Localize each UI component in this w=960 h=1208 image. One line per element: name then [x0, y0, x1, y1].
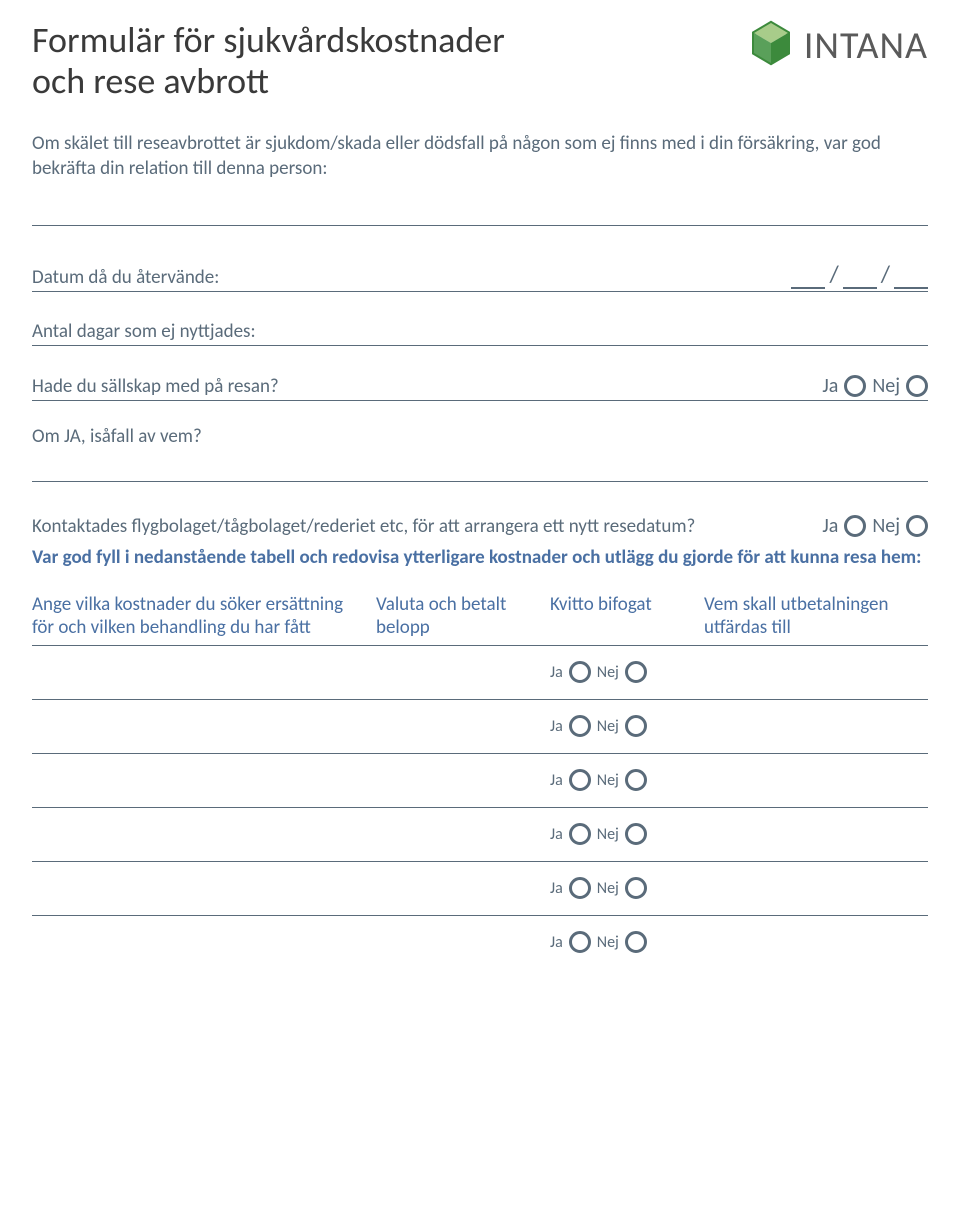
ja-label: Ja	[550, 825, 563, 844]
intro-paragraph: Om skälet till reseavbrottet är sjukdom/…	[32, 131, 928, 182]
receipt-radio-nej[interactable]	[625, 661, 647, 683]
date-returned-label: Datum då du återvände:	[32, 266, 219, 289]
companion-label: Hade du sällskap med på resan?	[32, 375, 279, 398]
contacted-radio-ja[interactable]	[844, 515, 866, 537]
title-line-1: Formulär för sjukvårdskostnader	[32, 20, 505, 61]
contacted-label: Kontaktades flygbolaget/tågbolaget/reder…	[32, 515, 822, 538]
brand-name: INTANA	[804, 23, 928, 69]
receipt-radio-ja[interactable]	[569, 877, 591, 899]
receipt-radio-ja[interactable]	[569, 661, 591, 683]
date-day-input[interactable]	[791, 269, 825, 289]
receipt-ja-nej: Ja Nej	[550, 661, 690, 683]
slash-icon: /	[879, 260, 892, 289]
days-not-used-label: Antal dagar som ej nyttjades:	[32, 320, 256, 343]
receipt-radio-ja[interactable]	[569, 769, 591, 791]
ja-label: Ja	[822, 514, 838, 538]
receipt-radio-nej[interactable]	[625, 931, 647, 953]
receipt-radio-ja[interactable]	[569, 931, 591, 953]
slash-icon: /	[827, 260, 840, 289]
ja-label: Ja	[550, 933, 563, 952]
nej-label: Nej	[597, 717, 619, 736]
table-row: Ja Nej	[32, 915, 928, 969]
receipt-radio-nej[interactable]	[625, 769, 647, 791]
contacted-radio-nej[interactable]	[906, 515, 928, 537]
nej-label: Nej	[597, 825, 619, 844]
ja-label: Ja	[550, 771, 563, 790]
receipt-radio-nej[interactable]	[625, 823, 647, 845]
companion-radio-ja[interactable]	[844, 375, 866, 397]
field-contacted-carrier: Kontaktades flygbolaget/tågbolaget/reder…	[32, 514, 928, 538]
nej-label: Nej	[872, 374, 900, 398]
table-row: Ja Nej	[32, 807, 928, 861]
receipt-ja-nej: Ja Nej	[550, 877, 690, 899]
nej-label: Nej	[597, 879, 619, 898]
nej-label: Nej	[597, 663, 619, 682]
input-relation-line[interactable]	[32, 190, 928, 226]
expenses-table: Ange vilka kostnader du söker ersättning…	[32, 593, 928, 969]
receipt-radio-ja[interactable]	[569, 823, 591, 845]
contacted-ja-nej: Ja Nej	[822, 514, 928, 538]
receipt-ja-nej: Ja Nej	[550, 823, 690, 845]
receipt-ja-nej: Ja Nej	[550, 931, 690, 953]
field-days-not-used: Antal dagar som ej nyttjades:	[32, 318, 928, 346]
ja-label: Ja	[550, 663, 563, 682]
table-row: Ja Nej	[32, 645, 928, 699]
nej-label: Nej	[872, 514, 900, 538]
table-header-col4: Vem skall utbetalningen utfärdas till	[704, 593, 928, 639]
ja-label: Ja	[550, 879, 563, 898]
table-header-col3: Kvitto bifogat	[550, 593, 690, 616]
companion-ja-nej: Ja Nej	[822, 374, 928, 398]
field-date-returned: Datum då du återvände: / /	[32, 258, 928, 292]
ja-label: Ja	[550, 717, 563, 736]
input-if-yes-line[interactable]	[32, 452, 928, 482]
page-title: Formulär för sjukvårdskostnader och rese…	[32, 20, 505, 103]
receipt-ja-nej: Ja Nej	[550, 715, 690, 737]
receipt-radio-ja[interactable]	[569, 715, 591, 737]
ja-label: Ja	[822, 374, 838, 398]
table-row: Ja Nej	[32, 753, 928, 807]
date-year-input[interactable]	[894, 269, 928, 289]
companion-radio-nej[interactable]	[906, 375, 928, 397]
receipt-ja-nej: Ja Nej	[550, 769, 690, 791]
table-header-row: Ange vilka kostnader du söker ersättning…	[32, 593, 928, 645]
date-month-input[interactable]	[843, 269, 877, 289]
date-entry[interactable]: / /	[791, 260, 928, 289]
field-companion: Hade du sällskap med på resan? Ja Nej	[32, 372, 928, 401]
header: Formulär för sjukvårdskostnader och rese…	[32, 20, 928, 103]
table-header-col2: Valuta och betalt belopp	[376, 593, 536, 639]
brand-logo: INTANA	[748, 20, 928, 71]
receipt-radio-nej[interactable]	[625, 877, 647, 899]
if-yes-label: Om JA, isåfall av vem?	[32, 425, 202, 448]
receipt-radio-nej[interactable]	[625, 715, 647, 737]
table-row: Ja Nej	[32, 861, 928, 915]
table-row: Ja Nej	[32, 699, 928, 753]
nej-label: Nej	[597, 771, 619, 790]
field-if-yes-who: Om JA, isåfall av vem?	[32, 425, 928, 448]
title-line-2: och rese avbrott	[32, 61, 505, 102]
logo-mark-icon	[748, 20, 794, 71]
table-instruction: Var god fyll i nedanstående tabell och r…	[32, 546, 928, 571]
nej-label: Nej	[597, 933, 619, 952]
table-header-col1: Ange vilka kostnader du söker ersättning…	[32, 593, 362, 639]
